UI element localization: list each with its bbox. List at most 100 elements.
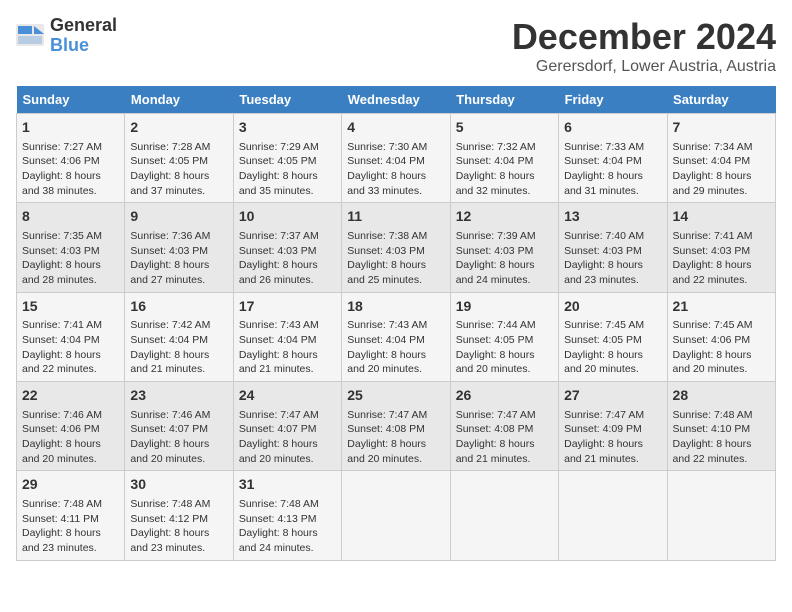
sunrise-text: Sunrise: 7:41 AM bbox=[673, 230, 753, 242]
day-number: 5 bbox=[456, 118, 553, 138]
calendar-cell: 15Sunrise: 7:41 AMSunset: 4:04 PMDayligh… bbox=[17, 292, 125, 381]
day-number: 26 bbox=[456, 386, 553, 406]
sunrise-text: Sunrise: 7:41 AM bbox=[22, 319, 102, 331]
calendar-cell: 7Sunrise: 7:34 AMSunset: 4:04 PMDaylight… bbox=[667, 114, 775, 203]
day-number: 2 bbox=[130, 118, 227, 138]
day-number: 17 bbox=[239, 297, 336, 317]
sunrise-text: Sunrise: 7:48 AM bbox=[22, 498, 102, 510]
day-number: 21 bbox=[673, 297, 770, 317]
calendar-cell: 13Sunrise: 7:40 AMSunset: 4:03 PMDayligh… bbox=[559, 203, 667, 292]
sunset-text: Sunset: 4:08 PM bbox=[347, 423, 425, 435]
sunrise-text: Sunrise: 7:40 AM bbox=[564, 230, 644, 242]
calendar-cell: 30 Sunrise: 7:48 AM Sunset: 4:12 PM Dayligh… bbox=[125, 471, 233, 560]
calendar-cell: 28Sunrise: 7:48 AMSunset: 4:10 PMDayligh… bbox=[667, 382, 775, 471]
day-number: 9 bbox=[130, 207, 227, 227]
calendar-cell: 1Sunrise: 7:27 AMSunset: 4:06 PMDaylight… bbox=[17, 114, 125, 203]
logo-icon bbox=[16, 24, 46, 48]
logo-text: General Blue bbox=[50, 16, 117, 56]
daylight-text: Daylight: 8 hours and 22 minutes. bbox=[673, 259, 752, 286]
sunset-text: Sunset: 4:05 PM bbox=[130, 155, 208, 167]
day-number: 18 bbox=[347, 297, 444, 317]
sunrise-text: Sunrise: 7:45 AM bbox=[564, 319, 644, 331]
daylight-text: Daylight: 8 hours and 27 minutes. bbox=[130, 259, 209, 286]
calendar-cell bbox=[559, 471, 667, 560]
day-number: 27 bbox=[564, 386, 661, 406]
sunset-text: Sunset: 4:04 PM bbox=[347, 155, 425, 167]
sunrise-text: Sunrise: 7:48 AM bbox=[130, 498, 210, 510]
daylight-text: Daylight: 8 hours and 23 minutes. bbox=[130, 527, 209, 554]
daylight-text: Daylight: 8 hours and 38 minutes. bbox=[22, 170, 101, 197]
day-number: 24 bbox=[239, 386, 336, 406]
calendar-table: SundayMondayTuesdayWednesdayThursdayFrid… bbox=[16, 86, 776, 561]
sunrise-text: Sunrise: 7:35 AM bbox=[22, 230, 102, 242]
day-number: 14 bbox=[673, 207, 770, 227]
daylight-text: Daylight: 8 hours and 33 minutes. bbox=[347, 170, 426, 197]
location-title: Gerersdorf, Lower Austria, Austria bbox=[512, 58, 776, 76]
day-number: 15 bbox=[22, 297, 119, 317]
sunset-text: Sunset: 4:12 PM bbox=[130, 513, 208, 525]
calendar-cell: 22Sunrise: 7:46 AMSunset: 4:06 PMDayligh… bbox=[17, 382, 125, 471]
calendar-cell: 20Sunrise: 7:45 AMSunset: 4:05 PMDayligh… bbox=[559, 292, 667, 381]
calendar-cell: 3Sunrise: 7:29 AMSunset: 4:05 PMDaylight… bbox=[233, 114, 341, 203]
calendar-week-row: 22Sunrise: 7:46 AMSunset: 4:06 PMDayligh… bbox=[17, 382, 776, 471]
sunrise-text: Sunrise: 7:28 AM bbox=[130, 141, 210, 153]
sunset-text: Sunset: 4:04 PM bbox=[130, 334, 208, 346]
calendar-cell: 11Sunrise: 7:38 AMSunset: 4:03 PMDayligh… bbox=[342, 203, 450, 292]
calendar-cell: 2Sunrise: 7:28 AMSunset: 4:05 PMDaylight… bbox=[125, 114, 233, 203]
sunrise-text: Sunrise: 7:42 AM bbox=[130, 319, 210, 331]
sunrise-text: Sunrise: 7:45 AM bbox=[673, 319, 753, 331]
calendar-header-row: SundayMondayTuesdayWednesdayThursdayFrid… bbox=[17, 86, 776, 114]
sunset-text: Sunset: 4:03 PM bbox=[564, 245, 642, 257]
calendar-cell: 27Sunrise: 7:47 AMSunset: 4:09 PMDayligh… bbox=[559, 382, 667, 471]
calendar-cell: 18Sunrise: 7:43 AMSunset: 4:04 PMDayligh… bbox=[342, 292, 450, 381]
sunset-text: Sunset: 4:04 PM bbox=[673, 155, 751, 167]
sunrise-text: Sunrise: 7:43 AM bbox=[347, 319, 427, 331]
sunrise-text: Sunrise: 7:48 AM bbox=[239, 498, 319, 510]
daylight-text: Daylight: 8 hours and 20 minutes. bbox=[456, 349, 535, 376]
day-number: 23 bbox=[130, 386, 227, 406]
sunset-text: Sunset: 4:04 PM bbox=[564, 155, 642, 167]
sunset-text: Sunset: 4:06 PM bbox=[673, 334, 751, 346]
sunrise-text: Sunrise: 7:48 AM bbox=[673, 409, 753, 421]
sunset-text: Sunset: 4:11 PM bbox=[22, 513, 99, 525]
sunset-text: Sunset: 4:03 PM bbox=[673, 245, 751, 257]
calendar-cell: 14 Sunrise: 7:41 AM Sunset: 4:03 PM Dayligh… bbox=[667, 203, 775, 292]
sunset-text: Sunset: 4:07 PM bbox=[239, 423, 317, 435]
calendar-cell: 16Sunrise: 7:42 AMSunset: 4:04 PMDayligh… bbox=[125, 292, 233, 381]
daylight-text: Daylight: 8 hours and 20 minutes. bbox=[22, 438, 101, 465]
page-header: General Blue December 2024 Gerersdorf, L… bbox=[16, 16, 776, 76]
column-header-friday: Friday bbox=[559, 86, 667, 114]
day-number: 4 bbox=[347, 118, 444, 138]
day-number: 22 bbox=[22, 386, 119, 406]
sunset-text: Sunset: 4:13 PM bbox=[239, 513, 317, 525]
day-number: 7 bbox=[673, 118, 770, 138]
sunset-text: Sunset: 4:06 PM bbox=[22, 423, 100, 435]
calendar-week-row: 1Sunrise: 7:27 AMSunset: 4:06 PMDaylight… bbox=[17, 114, 776, 203]
day-number: 6 bbox=[564, 118, 661, 138]
sunrise-text: Sunrise: 7:33 AM bbox=[564, 141, 644, 153]
daylight-text: Daylight: 8 hours and 21 minutes. bbox=[130, 349, 209, 376]
daylight-text: Daylight: 8 hours and 32 minutes. bbox=[456, 170, 535, 197]
day-number: 30 bbox=[130, 475, 227, 495]
sunrise-text: Sunrise: 7:30 AM bbox=[347, 141, 427, 153]
day-number: 13 bbox=[564, 207, 661, 227]
daylight-text: Daylight: 8 hours and 21 minutes. bbox=[456, 438, 535, 465]
sunrise-text: Sunrise: 7:47 AM bbox=[239, 409, 319, 421]
daylight-text: Daylight: 8 hours and 23 minutes. bbox=[22, 527, 101, 554]
calendar-cell: 23Sunrise: 7:46 AMSunset: 4:07 PMDayligh… bbox=[125, 382, 233, 471]
calendar-cell: 8Sunrise: 7:35 AMSunset: 4:03 PMDaylight… bbox=[17, 203, 125, 292]
day-number: 28 bbox=[673, 386, 770, 406]
calendar-cell bbox=[667, 471, 775, 560]
sunset-text: Sunset: 4:03 PM bbox=[130, 245, 208, 257]
calendar-week-row: 8 Sunrise: 7:35 AM Sunset: 4:03 PM Daylight… bbox=[17, 203, 776, 292]
sunset-text: Sunset: 4:04 PM bbox=[347, 334, 425, 346]
sunrise-text: Sunrise: 7:36 AM bbox=[130, 230, 210, 242]
calendar-cell: 10Sunrise: 7:37 AMSunset: 4:03 PMDayligh… bbox=[233, 203, 341, 292]
daylight-text: Daylight: 8 hours and 22 minutes. bbox=[673, 438, 752, 465]
day-number: 12 bbox=[456, 207, 553, 227]
calendar-cell: 24Sunrise: 7:47 AMSunset: 4:07 PMDayligh… bbox=[233, 382, 341, 471]
daylight-text: Daylight: 8 hours and 24 minutes. bbox=[239, 527, 318, 554]
day-number: 8 bbox=[22, 207, 119, 227]
sunrise-text: Sunrise: 7:32 AM bbox=[456, 141, 536, 153]
daylight-text: Daylight: 8 hours and 20 minutes. bbox=[564, 349, 643, 376]
